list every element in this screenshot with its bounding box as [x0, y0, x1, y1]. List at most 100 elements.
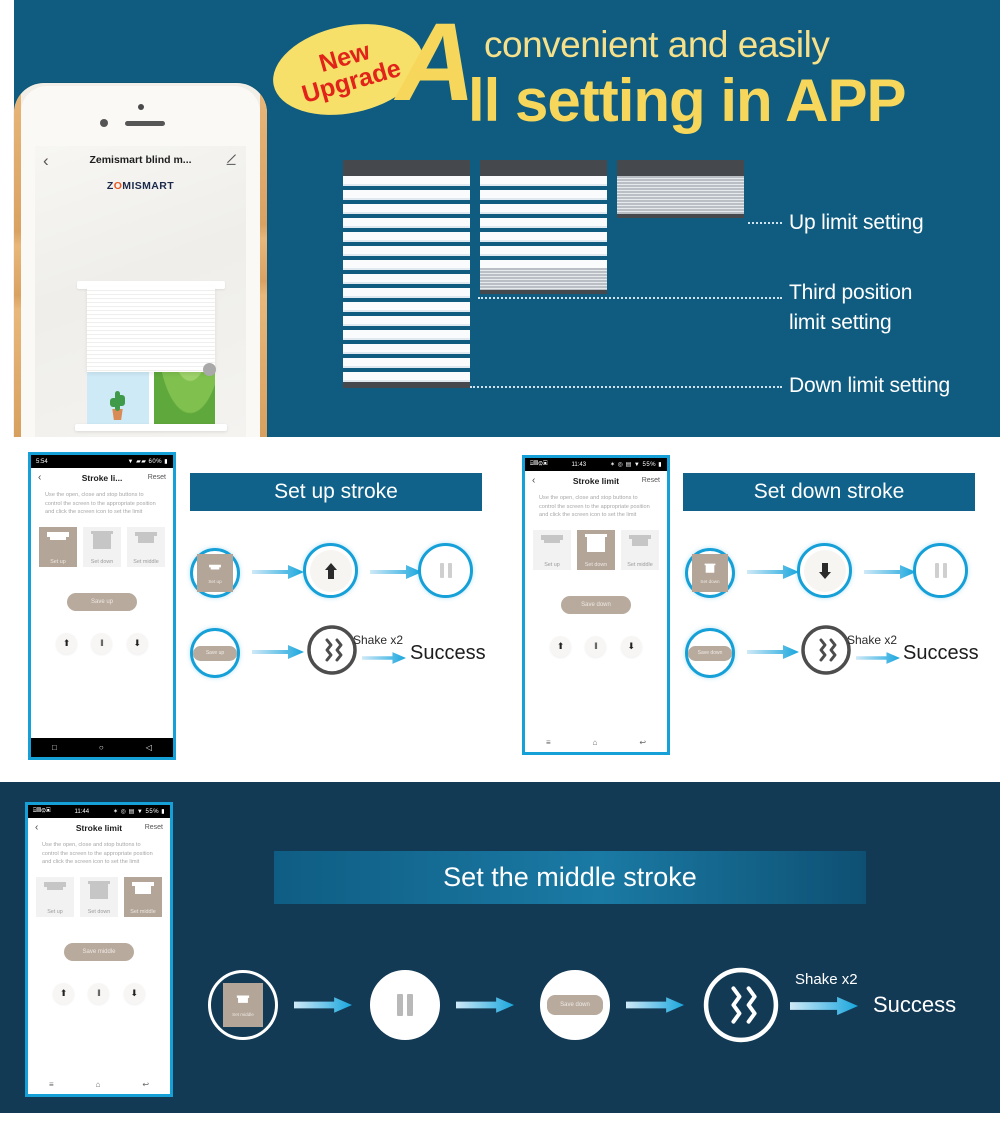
instruction-text: Use the open, close and stop buttons to …: [539, 495, 650, 519]
shake-label: Shake x2: [847, 633, 898, 647]
home-icon[interactable]: ○: [99, 743, 104, 752]
banner-set-up-stroke: Set up stroke: [190, 473, 482, 511]
flow-step-save-up: Save up: [190, 628, 240, 678]
menu-icon[interactable]: ≡: [49, 1080, 54, 1089]
mini-tile-set-up: Set up: [197, 554, 233, 592]
banner-set-middle-stroke: Set the middle stroke: [274, 851, 866, 904]
label-third-position: Third position: [789, 281, 913, 304]
arrow-down-icon[interactable]: ⬇: [126, 632, 148, 654]
middle-stroke-section: ⌸▤⚙▣ 11:44 ✶ ◎ ▤ ▼ 55% ▮ ‹ Stroke limit …: [0, 782, 1000, 1127]
tile-set-up[interactable]: Set up: [39, 526, 77, 567]
pause-icon[interactable]: ‖: [91, 632, 113, 654]
tile-label: Set up: [47, 909, 63, 916]
flow-arrow-3: [626, 997, 684, 1013]
blind-shade[interactable]: [87, 287, 215, 372]
reset-button[interactable]: Reset: [145, 824, 163, 831]
shake-icon: [801, 625, 851, 675]
brand-logo-accent: O: [113, 180, 123, 192]
tile-set-middle[interactable]: Set middle: [124, 876, 162, 917]
blind-up-icon: [541, 535, 563, 544]
recents-icon[interactable]: □: [52, 743, 57, 752]
system-nav-bar: ≡ ⌂ ↩: [28, 1075, 170, 1094]
arrow-down-icon[interactable]: ⬇: [620, 635, 642, 657]
phone-side-band-left: [14, 83, 21, 437]
arrow-down-icon[interactable]: ⬇: [123, 982, 145, 1004]
blind-drag-handle[interactable]: [203, 363, 216, 376]
hero-section: ‹ Zemismart blind m... ZOMISMART New Upg…: [0, 0, 1000, 437]
app-navbar: ‹ Zemismart blind m...: [35, 146, 246, 178]
status-bar: ⌸▤⚙▣ 11:43 ✶ ◎ ▤ ▼ 55% ▮: [525, 458, 667, 471]
edit-pencil-icon[interactable]: [225, 153, 238, 166]
tile-set-up[interactable]: Set up: [36, 876, 74, 917]
save-button[interactable]: Save down: [561, 595, 631, 614]
tile-label: Set down: [584, 562, 608, 569]
pause-icon[interactable]: ‖: [585, 635, 607, 657]
reset-button[interactable]: Reset: [642, 477, 660, 484]
blind-middle-icon: [135, 532, 157, 544]
reset-button[interactable]: Reset: [148, 474, 166, 481]
mini-save-button: Save down: [688, 645, 732, 661]
status-icons: ✶ ◎ ▤ ▼ 55% ▮: [112, 809, 165, 815]
arrow-up-icon[interactable]: ⬆: [550, 635, 572, 657]
blind-middle-icon: [132, 882, 154, 895]
blind-third-position: [480, 160, 607, 298]
control-row: ⬆ ‖ ⬇: [31, 611, 173, 654]
tile-group: Set up Set down Set middle: [28, 867, 170, 917]
blind-up-icon: [47, 532, 69, 541]
home-icon[interactable]: ⌂: [593, 738, 598, 747]
phone-screen: ‹ Zemismart blind m... ZOMISMART: [35, 146, 246, 437]
leader-line-down: [470, 386, 782, 388]
blind-up-icon: [209, 564, 221, 570]
save-button[interactable]: Save middle: [64, 942, 134, 961]
save-button[interactable]: Save up: [67, 592, 137, 611]
blind-rail: [617, 160, 744, 176]
tile-set-down[interactable]: Set down: [577, 529, 615, 570]
blind-slats: [343, 176, 470, 382]
flow-arrow-3: [252, 645, 304, 659]
flow-arrow-2: [370, 565, 422, 579]
flow-step-arrow-down: [797, 543, 852, 598]
phone-screenshot-set-up: 5:54 ▼ ▰▰ 60% ▮ ‹ Stroke li... Reset Use…: [28, 452, 176, 760]
menu-icon[interactable]: ≡: [546, 738, 551, 747]
arrow-up-icon[interactable]: ⬆: [56, 632, 78, 654]
tile-set-middle[interactable]: Set middle: [127, 526, 165, 567]
shake-label: Shake x2: [353, 633, 404, 647]
back-icon[interactable]: ↩: [142, 1080, 149, 1089]
pause-icon: [397, 994, 413, 1016]
hero-subtitle: convenient and easily: [484, 24, 830, 65]
status-icons-left: ⌸▤⚙▣: [33, 808, 51, 814]
label-down-limit: Down limit setting: [789, 374, 950, 397]
control-row: ⬆ ‖ ⬇: [28, 961, 170, 1004]
flow-step-save: Save down: [540, 970, 610, 1040]
blind-stacked-slats: [617, 176, 744, 218]
flow-arrow-2: [456, 997, 514, 1013]
tile-set-up[interactable]: Set up: [533, 529, 571, 570]
mini-tile-label: Set middle: [232, 1012, 254, 1017]
pause-icon[interactable]: ‖: [88, 982, 110, 1004]
blind-rail: [480, 160, 607, 176]
flow-arrow-1: [294, 997, 352, 1013]
tile-group: Set up Set down Set middle: [525, 520, 667, 570]
front-camera-icon: [137, 104, 144, 110]
blind-down-icon: [88, 881, 110, 900]
tile-set-down[interactable]: Set down: [80, 876, 118, 917]
back-icon[interactable]: ◁: [146, 743, 152, 752]
home-icon[interactable]: ⌂: [96, 1080, 101, 1089]
cactus-plant: [110, 391, 125, 411]
flow-step-tile-down: Set down: [685, 548, 735, 598]
tile-set-down[interactable]: Set down: [83, 526, 121, 567]
phone-side-band-right: [260, 83, 267, 437]
arrow-up-icon[interactable]: ⬆: [53, 982, 75, 1004]
window-sill: [75, 424, 227, 431]
tile-set-middle[interactable]: Set middle: [621, 529, 659, 570]
instruction-text: Use the open, close and stop buttons to …: [45, 492, 156, 516]
control-row: ⬆ ‖ ⬇: [525, 614, 667, 657]
mini-tile-set-down: Set down: [692, 554, 728, 592]
back-icon[interactable]: ↩: [639, 738, 646, 747]
pause-icon: [934, 563, 947, 578]
shake-label: Shake x2: [795, 971, 858, 988]
phone-bezel: ‹ Zemismart blind m... ZOMISMART: [21, 86, 260, 437]
bottom-margin: [0, 1113, 1000, 1127]
shake-icon: [307, 625, 357, 675]
blind-up-icon: [44, 882, 66, 891]
